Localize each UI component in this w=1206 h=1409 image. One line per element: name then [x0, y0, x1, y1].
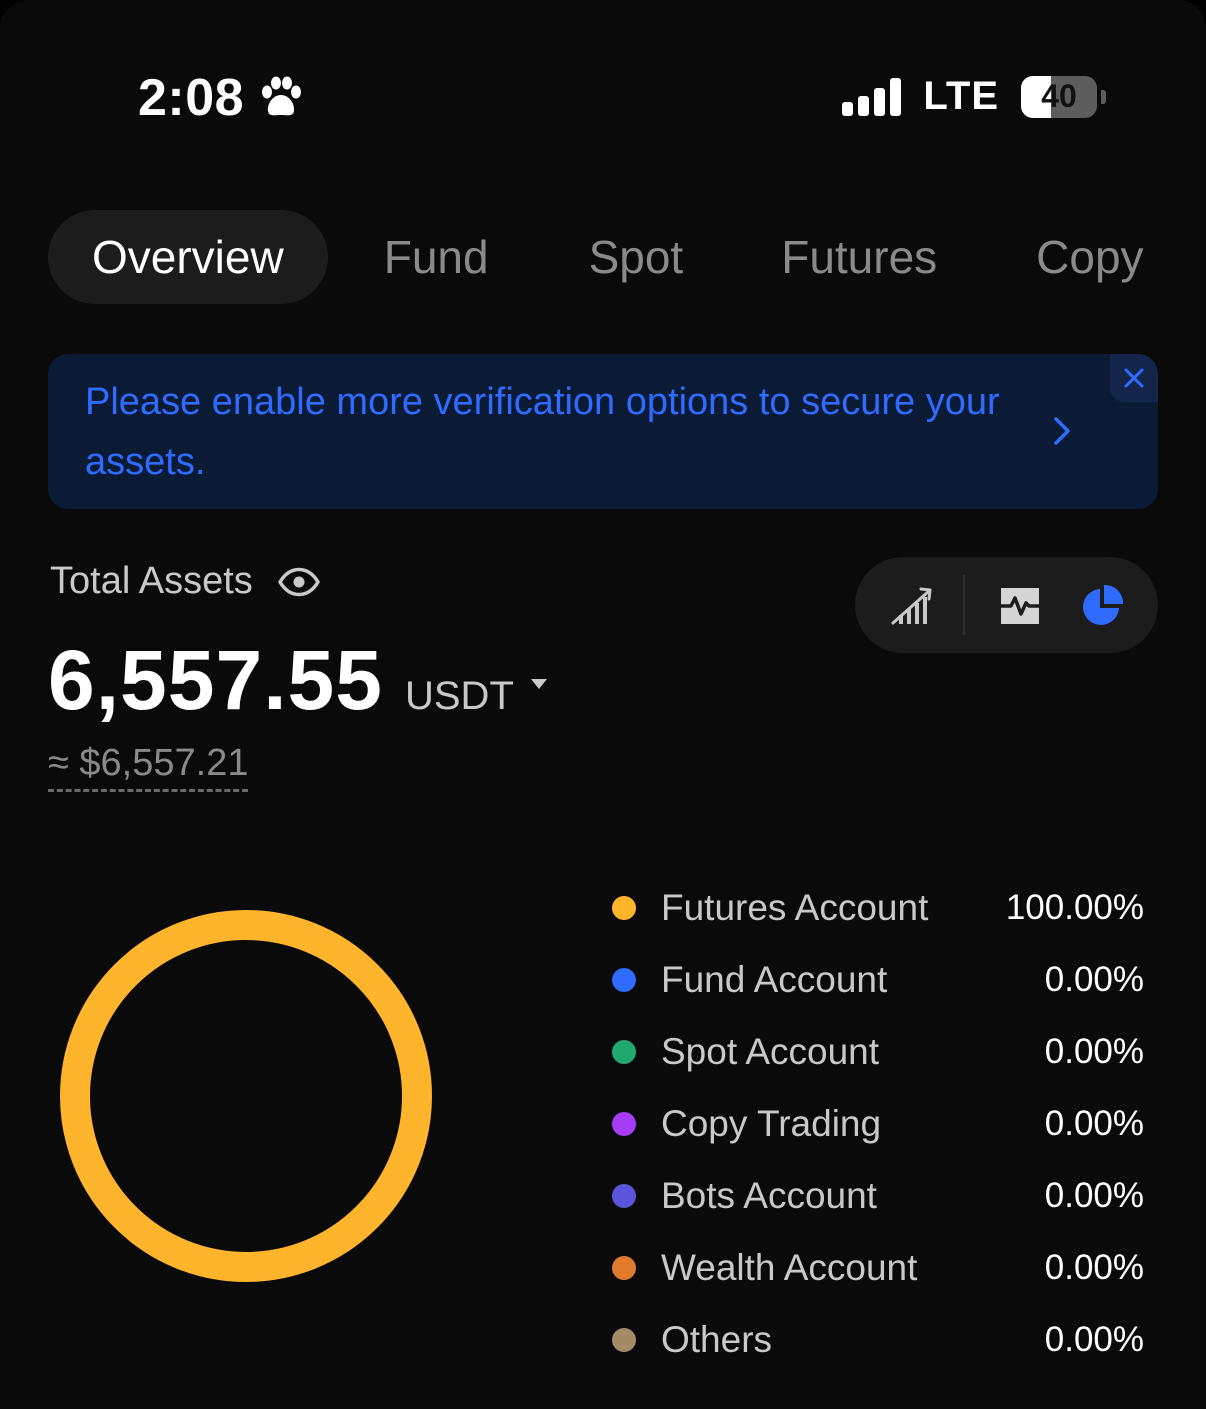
- pnl-chart-icon[interactable]: [996, 581, 1044, 629]
- verification-banner[interactable]: Please enable more verification options …: [48, 354, 1158, 509]
- battery-nub: [1101, 89, 1106, 104]
- bar-chart-icon[interactable]: [889, 581, 937, 629]
- banner-text: Please enable more verification options …: [85, 381, 1000, 483]
- legend-percentage: 0.00%: [1044, 1320, 1144, 1359]
- pie-chart-icon[interactable]: [1079, 581, 1127, 629]
- legend-percentage: 100.00%: [1005, 888, 1144, 927]
- chart-view-toggle: [855, 557, 1158, 653]
- eye-icon[interactable]: [277, 567, 321, 597]
- legend-item: Fund Account 0.00%: [612, 944, 1144, 1016]
- tab-overview[interactable]: Overview: [48, 210, 328, 304]
- toggle-divider: [963, 575, 965, 635]
- legend-dot: [612, 968, 636, 992]
- chevron-right-icon: [1054, 417, 1070, 445]
- legend-percentage: 0.00%: [1044, 1176, 1144, 1215]
- legend-label: Copy Trading: [661, 1103, 882, 1144]
- legend-item: Futures Account 100.00%: [612, 872, 1144, 944]
- legend-percentage: 0.00%: [1044, 1248, 1144, 1287]
- legend-item: Bots Account 0.00%: [612, 1160, 1144, 1232]
- account-tabs: Overview Fund Spot Futures Copy: [48, 210, 1144, 304]
- legend-percentage: 0.00%: [1044, 960, 1144, 999]
- total-assets-text: Total Assets: [50, 560, 253, 602]
- legend-dot: [612, 1040, 636, 1064]
- legend-dot: [612, 1256, 636, 1280]
- legend-dot: [612, 1184, 636, 1208]
- legend-label: Bots Account: [661, 1175, 877, 1216]
- legend-item: Wealth Account 0.00%: [612, 1232, 1144, 1304]
- legend-label: Futures Account: [661, 887, 929, 928]
- status-indicators: LTE 40: [842, 74, 1106, 119]
- status-time-text: 2:08: [138, 69, 245, 127]
- status-time: 2:08: [138, 68, 304, 128]
- legend-item: Copy Trading 0.00%: [612, 1088, 1144, 1160]
- legend-percentage: 0.00%: [1044, 1032, 1144, 1071]
- legend-dot: [612, 896, 636, 920]
- total-assets-value: 6,557.55 USDT: [48, 632, 548, 729]
- legend-label: Fund Account: [661, 959, 888, 1000]
- donut-slice-futures-account: [60, 910, 432, 1282]
- legend-label: Spot Account: [661, 1031, 880, 1072]
- signal-icon: [842, 77, 902, 116]
- network-label: LTE: [923, 74, 999, 118]
- paw-icon: [262, 76, 302, 116]
- tab-fund[interactable]: Fund: [384, 210, 489, 304]
- legend-item: Others 0.00%: [612, 1304, 1144, 1376]
- allocation-legend: Futures Account 100.00% Fund Account 0.00% S…: [612, 872, 1144, 1376]
- banner-close-button[interactable]: [1110, 354, 1158, 402]
- legend-item: Spot Account 0.00%: [612, 1016, 1144, 1088]
- total-amount: 6,557.55: [48, 633, 383, 727]
- tab-copy[interactable]: Copy: [1036, 210, 1143, 304]
- legend-dot: [612, 1112, 636, 1136]
- approx-usd-value[interactable]: ≈ $6,557.21: [48, 742, 249, 792]
- close-icon: [1124, 368, 1144, 388]
- tab-spot[interactable]: Spot: [589, 210, 684, 304]
- legend-label: Others: [661, 1319, 773, 1360]
- screen: 2:08 LTE 40 Overview Fund Spot Futures C…: [0, 0, 1206, 1409]
- allocation-donut-chart: [60, 910, 432, 1282]
- battery-icon: 40: [1021, 75, 1097, 118]
- caret-down-icon[interactable]: [530, 678, 548, 690]
- battery-level: 40: [1041, 78, 1077, 114]
- legend-label: Wealth Account: [661, 1247, 918, 1288]
- total-assets-label: Total Assets: [50, 560, 321, 603]
- legend-percentage: 0.00%: [1044, 1104, 1144, 1143]
- currency-selector[interactable]: USDT: [405, 674, 514, 719]
- tab-futures[interactable]: Futures: [781, 210, 937, 304]
- legend-dot: [612, 1328, 636, 1352]
